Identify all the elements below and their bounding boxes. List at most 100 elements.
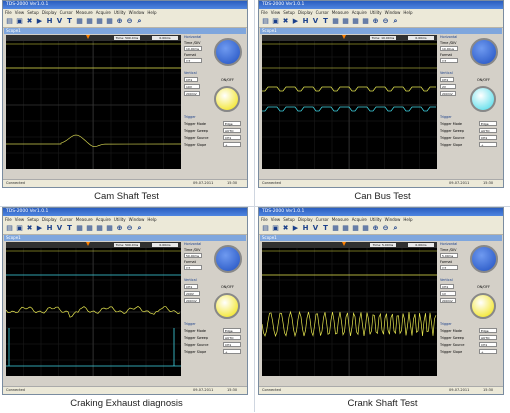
chart4-icon[interactable]: ▦ bbox=[361, 17, 370, 26]
open-icon[interactable]: ▤ bbox=[5, 224, 14, 233]
menu-item[interactable]: Cursor bbox=[316, 217, 329, 222]
menu-item[interactable]: View bbox=[15, 10, 25, 15]
channel-select[interactable]: CH1 bbox=[184, 284, 198, 289]
menu-item[interactable]: View bbox=[15, 217, 25, 222]
menu-item[interactable]: Display bbox=[298, 217, 313, 222]
menu-item[interactable]: View bbox=[271, 217, 281, 222]
format-select[interactable]: Y-T bbox=[184, 265, 202, 270]
run-icon[interactable]: ▶ bbox=[291, 224, 300, 233]
probe-select[interactable]: 200mV bbox=[440, 298, 456, 303]
print-icon[interactable]: ✖ bbox=[25, 17, 34, 26]
h-icon[interactable]: H bbox=[301, 224, 310, 233]
print-icon[interactable]: ✖ bbox=[281, 224, 290, 233]
chart4-icon[interactable]: ▦ bbox=[105, 17, 114, 26]
timebase-knob[interactable] bbox=[470, 38, 498, 66]
trigger-source-select[interactable]: CH1 bbox=[479, 135, 497, 140]
timebase-knob[interactable] bbox=[470, 245, 498, 273]
save-icon[interactable]: ▣ bbox=[271, 224, 280, 233]
zoom-in-icon[interactable]: ⊕ bbox=[115, 224, 124, 233]
trigger-mode-select[interactable]: Edge bbox=[479, 328, 497, 333]
v-icon[interactable]: V bbox=[311, 17, 320, 26]
menu-item[interactable]: Measure bbox=[76, 10, 93, 15]
menu-item[interactable]: Utility bbox=[370, 10, 382, 15]
menu-item[interactable]: Display bbox=[42, 217, 57, 222]
menu-item[interactable]: Measure bbox=[332, 10, 349, 15]
h-icon[interactable]: H bbox=[45, 224, 54, 233]
trigger-position-marker[interactable] bbox=[342, 242, 346, 246]
zoom-out-icon[interactable]: ⊖ bbox=[125, 224, 134, 233]
channel-select[interactable]: CH1 bbox=[440, 77, 454, 82]
menu-item[interactable]: Acquire bbox=[352, 10, 367, 15]
menu-item[interactable]: Utility bbox=[370, 217, 382, 222]
timebase-knob[interactable] bbox=[214, 38, 242, 66]
trigger-position-marker[interactable] bbox=[86, 242, 90, 246]
v-icon[interactable]: V bbox=[311, 224, 320, 233]
trigger-source-select[interactable]: CH1 bbox=[223, 135, 241, 140]
chart2-icon[interactable]: ▦ bbox=[341, 224, 350, 233]
probe-select[interactable]: 200mV bbox=[440, 91, 456, 96]
onoff-toggle[interactable]: ON/OFF bbox=[221, 78, 234, 82]
trigger-source-select[interactable]: CH1 bbox=[479, 342, 497, 347]
menu-item[interactable]: Setup bbox=[27, 217, 39, 222]
v-icon[interactable]: V bbox=[55, 224, 64, 233]
probe-select[interactable]: 200mV bbox=[184, 298, 200, 303]
zoom-out-icon[interactable]: ⊖ bbox=[381, 17, 390, 26]
search-icon[interactable]: ⌕ bbox=[135, 224, 144, 233]
t-icon[interactable]: T bbox=[65, 224, 74, 233]
zoom-in-icon[interactable]: ⊕ bbox=[371, 224, 380, 233]
chart4-icon[interactable]: ▦ bbox=[105, 224, 114, 233]
menu-item[interactable]: Display bbox=[42, 10, 57, 15]
trigger-sweep-select[interactable]: AUTO bbox=[479, 335, 497, 340]
volts-knob[interactable] bbox=[214, 86, 240, 112]
menu-item[interactable]: Setup bbox=[283, 217, 295, 222]
scope-display[interactable] bbox=[262, 248, 437, 376]
trigger-position-marker[interactable] bbox=[86, 35, 90, 39]
chart2-icon[interactable]: ▦ bbox=[341, 17, 350, 26]
volts-knob[interactable] bbox=[214, 293, 240, 319]
menu-item[interactable]: Cursor bbox=[60, 10, 73, 15]
menu-item[interactable]: File bbox=[5, 10, 12, 15]
menu-item[interactable]: Help bbox=[147, 217, 156, 222]
menu-item[interactable]: Help bbox=[147, 10, 156, 15]
timebase-select[interactable]: 10.00us bbox=[440, 46, 458, 51]
menu-item[interactable]: Setup bbox=[27, 10, 39, 15]
trigger-sweep-select[interactable]: AUTO bbox=[223, 128, 241, 133]
volts-div-select[interactable]: 10V bbox=[184, 84, 200, 89]
trigger-mode-select[interactable]: Edge bbox=[479, 121, 497, 126]
trigger-slope-select[interactable]: + bbox=[223, 349, 241, 354]
zoom-out-icon[interactable]: ⊖ bbox=[381, 224, 390, 233]
volts-div-select[interactable]: 1V bbox=[440, 291, 456, 296]
search-icon[interactable]: ⌕ bbox=[391, 17, 400, 26]
menu-item[interactable]: Utility bbox=[114, 217, 126, 222]
volts-knob[interactable] bbox=[470, 86, 496, 112]
t-icon[interactable]: T bbox=[321, 224, 330, 233]
run-icon[interactable]: ▶ bbox=[291, 17, 300, 26]
search-icon[interactable]: ⌕ bbox=[135, 17, 144, 26]
channel-select[interactable]: CH1 bbox=[184, 77, 198, 82]
t-icon[interactable]: T bbox=[321, 17, 330, 26]
print-icon[interactable]: ✖ bbox=[25, 224, 34, 233]
trigger-slope-select[interactable]: + bbox=[223, 142, 241, 147]
search-icon[interactable]: ⌕ bbox=[391, 224, 400, 233]
menu-item[interactable]: Acquire bbox=[96, 217, 111, 222]
menu-item[interactable]: Help bbox=[403, 217, 412, 222]
trigger-source-select[interactable]: CH1 bbox=[223, 342, 241, 347]
timebase-select[interactable]: 10.00ms bbox=[184, 46, 202, 51]
chart3-icon[interactable]: ▦ bbox=[95, 17, 104, 26]
open-icon[interactable]: ▤ bbox=[261, 17, 270, 26]
run-icon[interactable]: ▶ bbox=[35, 17, 44, 26]
chart1-icon[interactable]: ▦ bbox=[75, 17, 84, 26]
scope-display[interactable] bbox=[262, 41, 437, 169]
menu-item[interactable]: Acquire bbox=[352, 217, 367, 222]
trigger-mode-select[interactable]: Edge bbox=[223, 328, 241, 333]
volts-div-select[interactable]: 2V bbox=[440, 84, 456, 89]
menu-item[interactable]: Measure bbox=[76, 217, 93, 222]
menu-item[interactable]: Acquire bbox=[96, 10, 111, 15]
menu-item[interactable]: Cursor bbox=[316, 10, 329, 15]
zoom-in-icon[interactable]: ⊕ bbox=[115, 17, 124, 26]
onoff-toggle[interactable]: ON/OFF bbox=[477, 285, 490, 289]
menu-item[interactable]: Window bbox=[385, 10, 401, 15]
menu-item[interactable]: Window bbox=[385, 217, 401, 222]
scope-display[interactable] bbox=[6, 248, 181, 376]
format-select[interactable]: Y-T bbox=[184, 58, 202, 63]
